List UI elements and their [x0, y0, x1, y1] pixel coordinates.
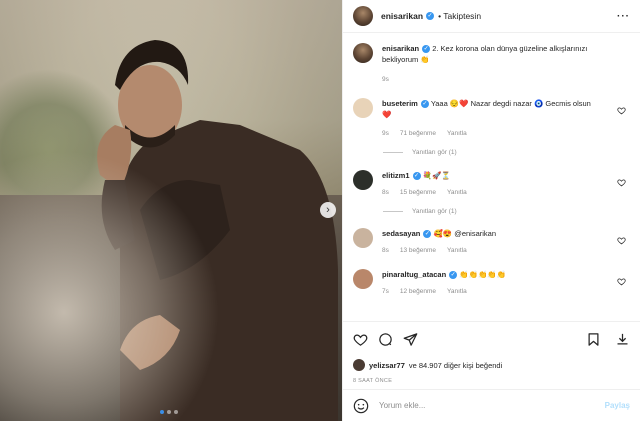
comment-item: sedasayan ✓ 🥰😍 @enisarikan 8s 13 beğenme Ya…	[353, 228, 630, 256]
liker-avatar[interactable]	[353, 359, 365, 371]
comment-item: buseterim ✓ Yaaa 😔❤️ Nazar degdi nazar 🧿 …	[353, 98, 630, 139]
caption-time: 9s	[382, 76, 389, 83]
post-actions	[343, 321, 640, 357]
comment-item: pinaraltug_atacan ✓ 👏👏👏👏👏 7s 12 beğenme Yan…	[353, 269, 630, 297]
author-avatar[interactable]	[353, 43, 373, 63]
view-replies-label: Yanıtları gör (1)	[412, 208, 457, 215]
comment-username[interactable]: pinaraltug_atacan	[382, 270, 446, 279]
comment-time: 9s	[382, 130, 389, 137]
author-username[interactable]: enisarikan	[381, 11, 423, 21]
reply-divider	[383, 211, 403, 212]
verified-badge-icon: ✓	[422, 45, 431, 54]
share-paper-plane-icon[interactable]	[403, 332, 418, 347]
verified-badge-icon: ✓	[420, 100, 429, 109]
reply-button[interactable]: Yanıtla	[447, 245, 467, 256]
carousel-dot	[160, 410, 164, 414]
author-avatar[interactable]	[353, 6, 373, 26]
liker-username[interactable]: yelizsar77	[369, 361, 405, 370]
emoji-smiley-icon[interactable]	[353, 398, 369, 414]
comment-likes[interactable]: 71 beğenme	[400, 128, 436, 139]
post-timestamp[interactable]: 8 SAAT ÖNCE	[343, 373, 640, 389]
caption-username[interactable]: enisarikan	[382, 44, 419, 53]
comment-text: 🥰😍 @enisarikan	[433, 229, 497, 238]
add-comment-bar: Yorum ekle... Paylaş	[343, 389, 640, 421]
comment-time: 8s	[382, 247, 389, 254]
comment-text: 💐🚀⏳	[422, 171, 451, 180]
comment-time: 8s	[382, 189, 389, 196]
heart-icon[interactable]	[617, 236, 626, 245]
actions-right	[586, 332, 630, 347]
comment-likes[interactable]: 15 beğenme	[400, 187, 436, 198]
instagram-post: › enisarikan ✓ • Takiptesin ··· enisarik…	[0, 0, 640, 421]
verified-badge-icon: ✓	[449, 271, 458, 280]
view-replies-label: Yanıtları gör (1)	[412, 149, 457, 156]
post-header: enisarikan ✓ • Takiptesin ···	[343, 0, 640, 33]
view-replies-button[interactable]: Yanıtları gör (1)	[383, 149, 630, 156]
commenter-avatar[interactable]	[353, 170, 373, 190]
verified-badge-icon: ✓	[426, 12, 435, 20]
post-comment-button[interactable]: Paylaş	[605, 401, 630, 410]
comment-likes[interactable]: 13 beğenme	[400, 245, 436, 256]
comment-item: elitizm1 ✓ 💐🚀⏳ 8s 15 beğenme Yanıtla	[353, 170, 630, 198]
commenter-avatar[interactable]	[353, 98, 373, 118]
comment-username[interactable]: sedasayan	[382, 229, 420, 238]
reply-divider	[383, 152, 403, 153]
commenter-avatar[interactable]	[353, 228, 373, 248]
carousel-dot	[174, 410, 178, 414]
heart-icon[interactable]	[617, 178, 626, 187]
view-replies-button[interactable]: Yanıtları gör (1)	[383, 208, 630, 215]
comments-list[interactable]: enisarikan ✓ 2. Kez korona olan dünya güz…	[343, 33, 640, 321]
post-photo[interactable]: ›	[0, 0, 342, 421]
post-side-panel: enisarikan ✓ • Takiptesin ··· enisarikan…	[342, 0, 640, 421]
next-slide-button[interactable]: ›	[320, 202, 336, 218]
carousel-dots	[160, 410, 178, 414]
reply-button[interactable]: Yanıtla	[447, 128, 467, 139]
caption: enisarikan ✓ 2. Kez korona olan dünya güz…	[353, 43, 630, 85]
comment-username[interactable]: buseterim	[382, 99, 418, 108]
download-icon[interactable]	[615, 332, 630, 347]
verified-badge-icon: ✓	[412, 172, 421, 181]
reply-button[interactable]: Yanıtla	[447, 286, 467, 297]
verified-badge-icon: ✓	[423, 230, 432, 239]
reply-button[interactable]: Yanıtla	[447, 187, 467, 198]
likes-summary: yelizsar77 ve 84.907 diğer kişi beğendi	[343, 357, 640, 373]
commenter-avatar[interactable]	[353, 269, 373, 289]
carousel-dot	[167, 410, 171, 414]
heart-icon[interactable]	[617, 277, 626, 286]
comment-input[interactable]: Yorum ekle...	[379, 401, 605, 410]
save-bookmark-icon[interactable]	[586, 332, 601, 347]
comment-time: 7s	[382, 288, 389, 295]
comment-likes[interactable]: 12 beğenme	[400, 286, 436, 297]
chevron-right-icon: ›	[326, 203, 330, 216]
more-options-icon[interactable]: ···	[617, 11, 630, 22]
heart-icon[interactable]	[617, 106, 626, 115]
photo-haze	[0, 150, 220, 421]
like-heart-icon[interactable]	[353, 332, 368, 347]
following-status[interactable]: • Takiptesin	[438, 11, 481, 21]
likes-count-text[interactable]: ve 84.907 diğer kişi beğendi	[409, 361, 502, 370]
comment-text: 👏👏👏👏👏	[459, 270, 506, 279]
comment-bubble-icon[interactable]	[378, 332, 393, 347]
comment-username[interactable]: elitizm1	[382, 171, 410, 180]
